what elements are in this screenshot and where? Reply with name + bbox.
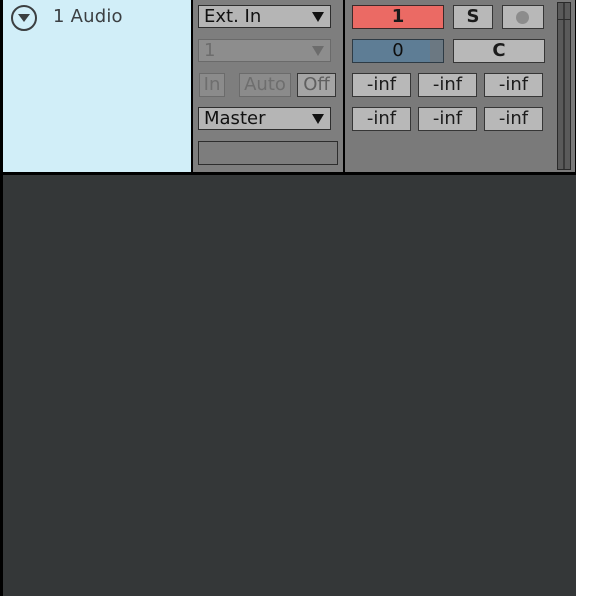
volume-value: 0 (392, 40, 404, 61)
level-meter (557, 2, 571, 170)
volume-field[interactable]: 0 (352, 39, 444, 63)
solo-button[interactable]: S (453, 5, 493, 29)
empty-track-area[interactable] (3, 175, 576, 596)
peak-meter-value[interactable]: -inf (352, 73, 411, 97)
output-channel-dropdown[interactable] (198, 141, 338, 165)
record-icon (516, 11, 529, 24)
dropdown-arrow-icon (312, 114, 324, 124)
peak-meter-value[interactable]: -inf (484, 73, 543, 97)
dropdown-arrow-icon (312, 12, 324, 22)
monitor-off-button[interactable]: Off (297, 73, 336, 97)
arm-record-button[interactable] (502, 5, 544, 29)
peak-meter-value[interactable]: -inf (418, 73, 477, 97)
peak-meter-value[interactable]: -inf (484, 107, 543, 131)
output-type-dropdown[interactable]: Master (198, 107, 331, 130)
input-type-dropdown[interactable]: Ext. In (198, 5, 331, 28)
window-edge (576, 0, 594, 596)
peak-meter-value[interactable]: -inf (418, 107, 477, 131)
peak-meter-value[interactable]: -inf (352, 107, 411, 131)
input-channel-dropdown[interactable]: 1 (198, 39, 331, 62)
dropdown-arrow-icon (312, 46, 324, 56)
input-type-label: Ext. In (204, 6, 262, 27)
input-channel-label: 1 (204, 40, 216, 61)
monitor-in-button[interactable]: In (199, 73, 225, 97)
output-type-label: Master (204, 108, 266, 129)
mixer-section: 1 S 0 C -inf -inf -inf -inf -inf -inf (345, 0, 575, 172)
fold-chevron-down-icon[interactable] (11, 5, 37, 31)
track-activator-button[interactable]: 1 (352, 5, 444, 29)
monitor-auto-button[interactable]: Auto (239, 73, 291, 97)
track-header[interactable]: 1 Audio (3, 0, 191, 172)
track-name[interactable]: 1 Audio (53, 6, 123, 27)
pan-field[interactable]: C (453, 39, 545, 63)
io-section: Ext. In 1 In Auto Off Master (193, 0, 343, 172)
